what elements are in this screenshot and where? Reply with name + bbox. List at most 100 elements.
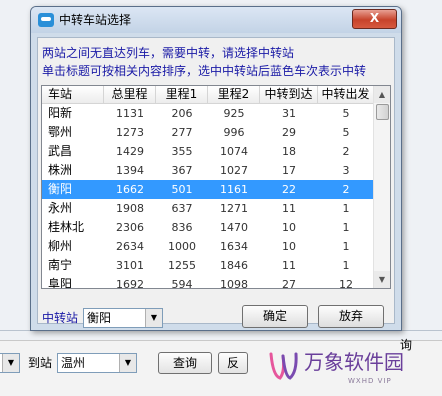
cell-station: 柳州 [48,239,73,253]
cell-mileage-2: 1098 [220,278,248,289]
table-row[interactable]: 南宁 3101 1255 1846 11 1 [42,256,374,275]
transfer-station-select[interactable]: 衡阳 ▼ [83,308,163,328]
scroll-up-icon[interactable]: ▲ [374,86,390,103]
cell-transfer-depart: 2 [342,183,350,196]
cell-station: 南宁 [48,258,73,272]
cell-mileage-2: 1634 [220,240,248,253]
watermark-logo-icon [269,352,298,380]
query-button[interactable]: 查询 [158,352,212,374]
cell-transfer-arrive: 11 [282,202,296,215]
transfer-station-label: 中转站 [42,311,79,325]
to-station-value: 温州 [61,356,86,370]
watermark-brand: 万象软件园 [304,350,404,374]
cell-transfer-depart: 12 [339,278,353,289]
station-table[interactable]: 车站 总里程 里程1 里程2 中转到达 中转出发 阳新 1131 206 925 31 5… [41,85,391,289]
cell-transfer-arrive: 27 [282,278,296,289]
table-row[interactable]: 阜阳 1692 594 1098 27 12 [42,275,374,289]
chevron-down-icon: ▼ [119,354,136,372]
cell-station: 鄂州 [48,125,73,139]
cell-station: 武昌 [48,144,73,158]
column-header-transfer-arrive[interactable]: 中转到达 [260,86,318,104]
cell-total-mileage: 1131 [116,107,144,120]
chevron-down-icon: ▼ [2,354,19,372]
table-row[interactable]: 衡阳 1662 501 1161 22 2 [42,180,374,199]
cell-total-mileage: 1273 [116,126,144,139]
close-button[interactable]: X [352,9,397,29]
cell-transfer-arrive: 10 [282,221,296,234]
table-header: 车站 总里程 里程1 里程2 中转到达 中转出发 [42,86,374,104]
column-header-mileage-2[interactable]: 里程2 [208,86,260,104]
table-body: 阳新 1131 206 925 31 5 鄂州 1273 277 996 29 5 武昌 1429 355 1… [42,104,374,289]
info-text-1: 两站之间无直达列车，需要中转，请选择中转站 [42,46,295,60]
column-header-transfer-depart[interactable]: 中转出发 [318,86,374,104]
cell-transfer-arrive: 29 [282,126,296,139]
cell-total-mileage: 1692 [116,278,144,289]
cell-mileage-1: 501 [171,183,193,196]
cell-total-mileage: 2634 [116,240,144,253]
cell-transfer-depart: 1 [342,202,350,215]
cell-transfer-arrive: 10 [282,240,296,253]
column-header-mileage-1[interactable]: 里程1 [156,86,208,104]
cell-mileage-2: 1271 [220,202,248,215]
cell-mileage-2: 1161 [220,183,248,196]
cell-transfer-arrive: 31 [282,107,296,120]
cell-total-mileage: 1908 [116,202,144,215]
to-station-label: 到站 [28,356,53,370]
cell-mileage-2: 1470 [220,221,248,234]
cell-transfer-arrive: 11 [282,259,296,272]
app-icon [38,13,54,27]
scroll-down-icon[interactable]: ▼ [374,271,390,288]
cell-mileage-2: 925 [223,107,245,120]
cell-mileage-2: 996 [223,126,245,139]
table-row[interactable]: 武昌 1429 355 1074 18 2 [42,142,374,161]
cell-station: 桂林北 [48,220,85,234]
cell-station: 衡阳 [48,182,73,196]
cell-transfer-arrive: 22 [282,183,296,196]
cell-total-mileage: 1429 [116,145,144,158]
from-station-select[interactable]: ▼ [0,353,20,373]
table-row[interactable]: 永州 1908 637 1271 11 1 [42,199,374,218]
cell-mileage-1: 206 [171,107,193,120]
vertical-scrollbar[interactable]: ▲ ▼ [373,86,390,288]
cell-station: 永州 [48,201,73,215]
dialog-title: 中转车站选择 [59,13,132,27]
info-text-2: 单击标题可按相关内容排序，选中中转站后蓝色车次表示中转 [42,64,367,78]
dialog-body: 两站之间无直达列车，需要中转，请选择中转站 单击标题可按相关内容排序，选中中转站… [37,37,395,328]
table-row[interactable]: 柳州 2634 1000 1634 10 1 [42,237,374,256]
cell-mileage-1: 1000 [168,240,196,253]
watermark-logo: 万象软件园 WXHD VIP [264,346,436,394]
cell-transfer-depart: 3 [342,164,350,177]
cell-mileage-1: 637 [171,202,193,215]
cell-transfer-depart: 5 [342,126,350,139]
scroll-thumb[interactable] [376,104,389,120]
cell-mileage-1: 1255 [168,259,196,272]
column-header-station[interactable]: 车站 [42,86,104,104]
cell-mileage-2: 1027 [220,164,248,177]
cell-station: 阜阳 [48,277,73,289]
title-bar[interactable]: 中转车站选择 X [31,7,401,33]
cell-transfer-depart: 1 [342,221,350,234]
cell-mileage-1: 367 [171,164,193,177]
transfer-station-value: 衡阳 [87,311,112,325]
cancel-button[interactable]: 放弃 [318,305,384,328]
cell-transfer-depart: 1 [342,240,350,253]
reverse-button[interactable]: 反 [218,352,248,374]
table-row[interactable]: 阳新 1131 206 925 31 5 [42,104,374,123]
cell-mileage-1: 277 [171,126,193,139]
cell-transfer-depart: 5 [342,107,350,120]
cell-mileage-1: 594 [171,278,193,289]
confirm-button[interactable]: 确定 [242,305,308,328]
cell-total-mileage: 1662 [116,183,144,196]
cell-station: 株洲 [48,163,73,177]
cell-mileage-1: 355 [171,145,193,158]
cell-transfer-depart: 1 [342,259,350,272]
cell-mileage-1: 836 [171,221,193,234]
column-header-total-mileage[interactable]: 总里程 [104,86,156,104]
chevron-down-icon: ▼ [145,309,162,327]
cell-transfer-arrive: 18 [282,145,296,158]
table-row[interactable]: 株洲 1394 367 1027 17 3 [42,161,374,180]
to-station-select[interactable]: 温州 ▼ [57,353,137,373]
cell-total-mileage: 1394 [116,164,144,177]
table-row[interactable]: 鄂州 1273 277 996 29 5 [42,123,374,142]
table-row[interactable]: 桂林北 2306 836 1470 10 1 [42,218,374,237]
